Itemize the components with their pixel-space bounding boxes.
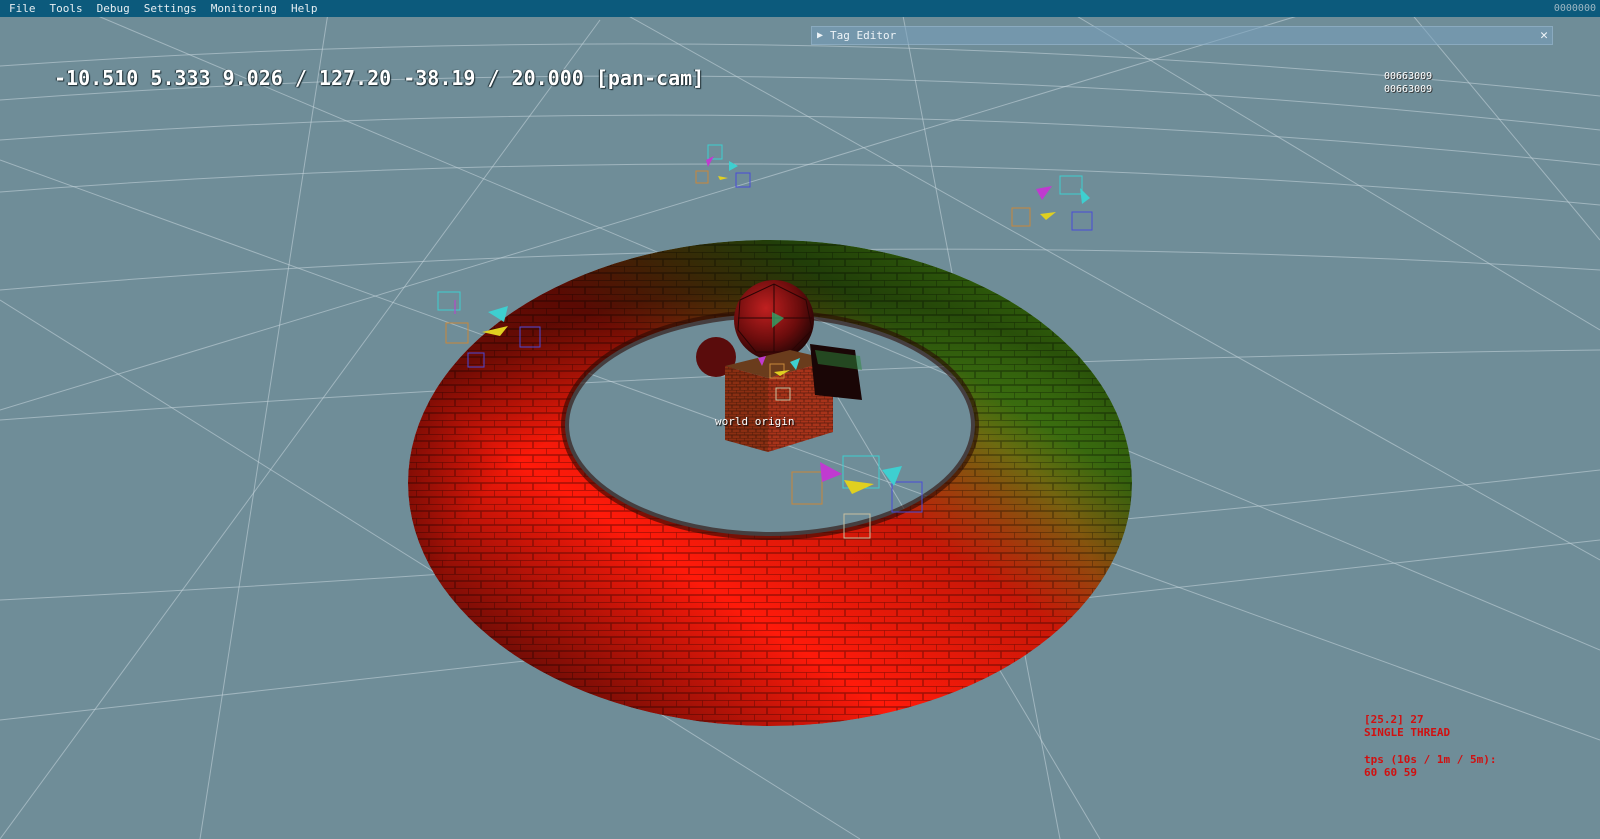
perf-stat-thread-mode: SINGLE THREAD xyxy=(1364,726,1451,739)
play-triangle-icon[interactable]: ▶ xyxy=(817,27,823,44)
perf-stat-fps: [25.2] 27 xyxy=(1364,713,1424,726)
gizmo-top-center[interactable] xyxy=(695,144,751,188)
gizmo-top-right[interactable] xyxy=(1011,175,1093,231)
scene-canvas[interactable] xyxy=(0,0,1600,839)
menu-debug[interactable]: Debug xyxy=(91,0,136,17)
menu-tools[interactable]: Tools xyxy=(44,0,89,17)
tag-editor-title[interactable]: Tag Editor xyxy=(830,27,896,44)
menubar: File Tools Debug Settings Monitoring Hel… xyxy=(0,0,1600,17)
menu-counter: 0000000 xyxy=(1553,3,1596,14)
camera-readout: -10.510 5.333 9.026 / 127.20 -38.19 / 20… xyxy=(54,66,705,90)
3d-viewport[interactable]: -10.510 5.333 9.026 / 127.20 -38.19 / 20… xyxy=(0,0,1600,839)
perf-stat-tps-label: tps (10s / 1m / 5m): xyxy=(1364,753,1497,766)
menu-monitoring[interactable]: Monitoring xyxy=(205,0,283,17)
close-icon[interactable]: ✕ xyxy=(1540,27,1548,44)
menu-settings[interactable]: Settings xyxy=(138,0,203,17)
tag-editor-panel[interactable]: ▶ Tag Editor ✕ xyxy=(811,26,1553,45)
object-id-text: 00663009 xyxy=(1384,84,1433,95)
perf-stat-tps-values: 60 60 59 xyxy=(1364,766,1417,779)
world-origin-label: world origin xyxy=(715,415,795,428)
object-id-text: 00663009 xyxy=(1384,71,1433,82)
menu-file[interactable]: File xyxy=(3,0,42,17)
menu-help[interactable]: Help xyxy=(285,0,324,17)
